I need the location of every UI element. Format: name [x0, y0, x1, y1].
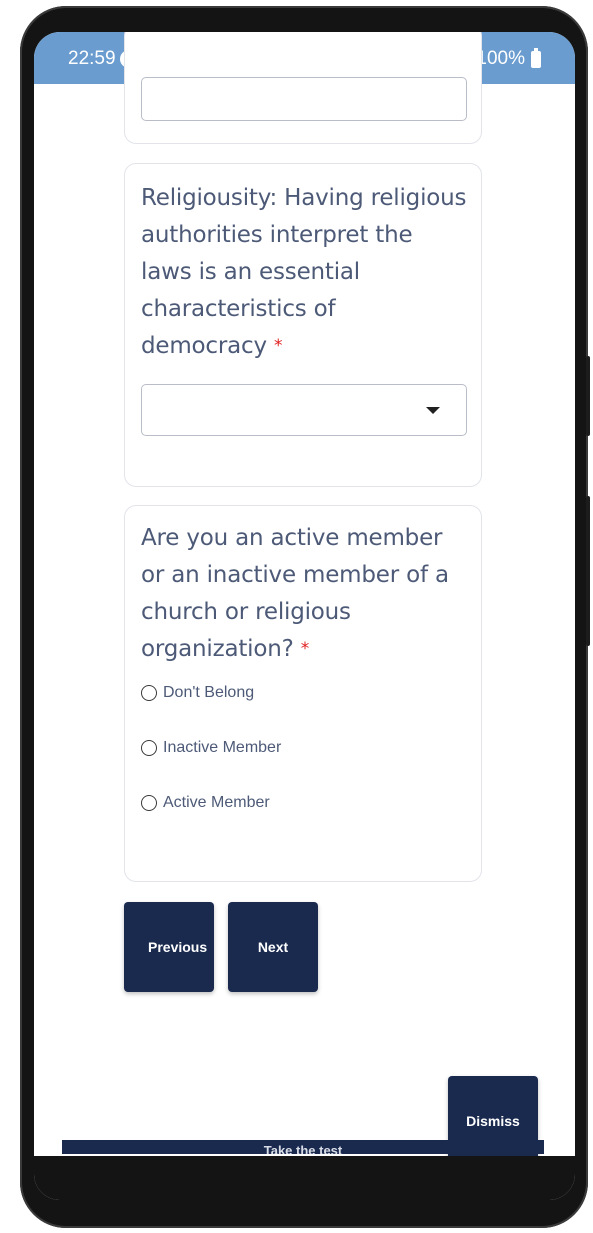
survey-content: Religiousity: Having religious authoriti… [34, 32, 575, 1200]
radio-circle-icon[interactable] [141, 685, 157, 701]
radio-circle-icon[interactable] [141, 795, 157, 811]
battery-percent: 100% [476, 48, 525, 69]
radio-label: Don't Belong [163, 684, 255, 701]
previous-question-card [124, 32, 482, 144]
take-test-banner[interactable]: Take the test [62, 1140, 544, 1154]
question-label: Religiousity: Having religious authoriti… [141, 185, 467, 359]
radio-option-dont-belong[interactable]: Don't Belong [141, 684, 254, 702]
required-marker: * [274, 336, 283, 356]
dropdown-caret-icon [426, 407, 440, 414]
question-card-church-membership: Are you an active member or an inactive … [124, 505, 482, 882]
question-label: Are you an active member or an inactive … [141, 525, 449, 662]
religiousity-dropdown[interactable] [141, 384, 467, 436]
radio-option-active-member[interactable]: Active Member [141, 794, 270, 812]
screen: 22:59 100% Religiousity: Having religiou… [34, 32, 575, 1200]
question-text: Are you an active member or an inactive … [141, 520, 467, 668]
required-marker: * [300, 639, 310, 659]
radio-option-inactive-member[interactable]: Inactive Member [141, 739, 281, 757]
previous-dropdown[interactable] [141, 77, 467, 121]
banner-label: Take the test [263, 1143, 343, 1154]
status-time: 22:59 [68, 48, 116, 69]
question-card-religiousity: Religiousity: Having religious authoriti… [124, 163, 482, 487]
power-button [586, 496, 590, 646]
radio-circle-icon[interactable] [141, 740, 157, 756]
battery-icon [531, 47, 541, 68]
volume-button [586, 356, 590, 436]
next-button[interactable]: Next [228, 902, 318, 992]
screen-bottom-edge [34, 1156, 575, 1200]
radio-label: Active Member [163, 794, 270, 811]
previous-button[interactable]: Previous [124, 902, 214, 992]
radio-label: Inactive Member [163, 739, 282, 756]
question-text: Religiousity: Having religious authoriti… [141, 180, 467, 365]
